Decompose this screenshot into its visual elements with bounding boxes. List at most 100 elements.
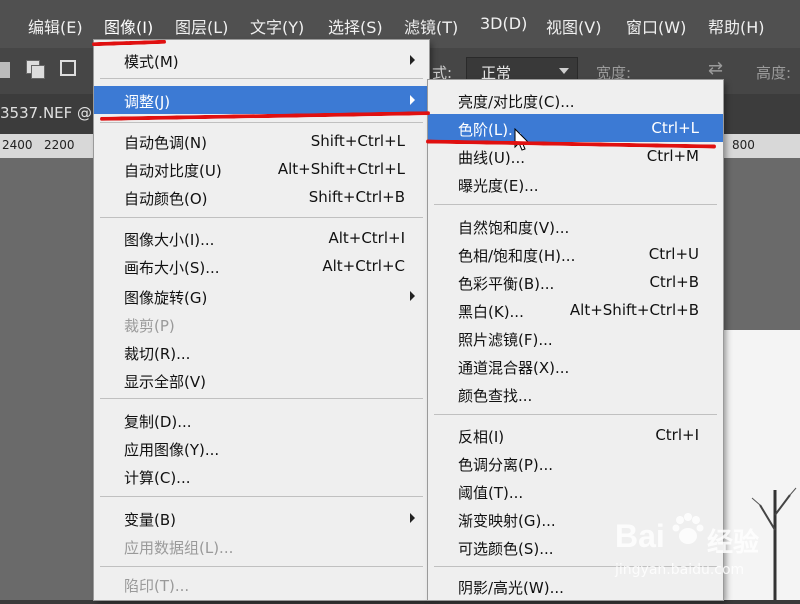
menu-3d[interactable]: 3D(D) bbox=[480, 14, 527, 33]
menu-item-label: 阈值(T)... bbox=[458, 484, 524, 502]
submenu-item-invert[interactable]: 反相(I) Ctrl+I bbox=[428, 421, 723, 449]
menu-item-trim[interactable]: 裁切(R)... bbox=[94, 338, 429, 366]
menu-item-label: 阴影/高光(W)... bbox=[458, 579, 564, 597]
menu-item-label: 照片滤镜(F)... bbox=[458, 331, 553, 349]
submenu-item-photo-filter[interactable]: 照片滤镜(F)... bbox=[428, 324, 723, 352]
menu-item-shortcut: Shift+Ctrl+B bbox=[308, 188, 405, 206]
menu-item-mode[interactable]: 模式(M) bbox=[94, 46, 429, 74]
menu-filter[interactable]: 滤镜(T) bbox=[404, 14, 458, 38]
submenu-item-exposure[interactable]: 曝光度(E)... bbox=[428, 170, 723, 198]
menu-item-label: 亮度/对比度(C)... bbox=[458, 93, 575, 111]
menu-item-trap[interactable]: 陷印(T)... bbox=[94, 570, 429, 598]
menu-item-duplicate[interactable]: 复制(D)... bbox=[94, 406, 429, 434]
menu-item-label: 色彩平衡(B)... bbox=[458, 275, 555, 293]
menu-item-label: 反相(I) bbox=[458, 428, 505, 446]
menu-item-apply-image[interactable]: 应用图像(Y)... bbox=[94, 434, 429, 462]
menu-item-shortcut: Alt+Shift+Ctrl+L bbox=[277, 160, 405, 178]
document-tab[interactable]: 3537.NEF @ bbox=[0, 104, 92, 122]
submenu-item-brightness-contrast[interactable]: 亮度/对比度(C)... bbox=[428, 86, 723, 114]
menu-item-label: 裁切(R)... bbox=[124, 345, 191, 363]
watermark-brand-cn: 经验 bbox=[707, 528, 760, 558]
submenu-item-threshold[interactable]: 阈值(T)... bbox=[428, 477, 723, 505]
ruler-tick-label: 2400 bbox=[2, 138, 33, 152]
menu-edit[interactable]: 编辑(E) bbox=[28, 14, 83, 38]
menu-item-label: 黑白(K)... bbox=[458, 303, 524, 321]
menu-item-apply-data-set[interactable]: 应用数据组(L)... bbox=[94, 532, 429, 560]
menu-item-label: 通道混合器(X)... bbox=[458, 359, 570, 377]
selection-subtract-icon[interactable] bbox=[60, 60, 76, 76]
mouse-cursor-icon bbox=[514, 128, 530, 151]
menu-item-shortcut: Alt+Shift+Ctrl+B bbox=[569, 301, 699, 319]
menu-window[interactable]: 窗口(W) bbox=[626, 14, 686, 38]
submenu-item-color-balance[interactable]: 色彩平衡(B)... Ctrl+B bbox=[428, 268, 723, 296]
submenu-item-vibrance[interactable]: 自然饱和度(V)... bbox=[428, 212, 723, 240]
menu-item-label: 画布大小(S)... bbox=[124, 259, 220, 277]
submenu-arrow-icon bbox=[410, 513, 415, 523]
menu-help[interactable]: 帮助(H) bbox=[708, 14, 765, 38]
menu-item-image-rotation[interactable]: 图像旋转(G) bbox=[94, 282, 429, 310]
menu-separator bbox=[100, 122, 423, 123]
image-menu: 模式(M) 调整(J) 自动色调(N) Shift+Ctrl+L 自动对比度(U)… bbox=[94, 40, 429, 600]
submenu-item-color-lookup[interactable]: 颜色查找... bbox=[428, 380, 723, 408]
menu-item-label: 色调分离(P)... bbox=[458, 456, 554, 474]
menu-item-auto-color[interactable]: 自动颜色(O) Shift+Ctrl+B bbox=[94, 183, 429, 211]
menu-item-label: 应用图像(Y)... bbox=[124, 441, 220, 459]
chevron-down-icon bbox=[559, 68, 569, 74]
menu-item-shortcut: Alt+Ctrl+I bbox=[328, 229, 405, 247]
menu-item-label: 自然饱和度(V)... bbox=[458, 219, 570, 237]
menu-item-adjust[interactable]: 调整(J) bbox=[94, 86, 429, 114]
swap-icon[interactable]: ⇄ bbox=[708, 58, 723, 79]
ruler-tick-label: 800 bbox=[732, 138, 755, 152]
menu-item-label: 陷印(T)... bbox=[124, 577, 190, 595]
menu-item-shortcut: Ctrl+U bbox=[648, 245, 699, 263]
menu-item-auto-contrast[interactable]: 自动对比度(U) Alt+Shift+Ctrl+L bbox=[94, 155, 429, 183]
menu-item-reveal-all[interactable]: 显示全部(V) bbox=[94, 366, 429, 394]
menu-item-calculations[interactable]: 计算(C)... bbox=[94, 462, 429, 490]
menu-item-label: 渐变映射(G)... bbox=[458, 512, 556, 530]
menu-item-shortcut: Shift+Ctrl+L bbox=[310, 132, 405, 150]
menu-select[interactable]: 选择(S) bbox=[328, 14, 383, 38]
submenu-item-levels[interactable]: 色阶(L)... Ctrl+L bbox=[428, 114, 723, 142]
menu-separator bbox=[100, 217, 423, 218]
menu-item-label: 调整(J) bbox=[124, 93, 171, 111]
menu-item-label: 显示全部(V) bbox=[124, 373, 206, 391]
menu-item-variables[interactable]: 变量(B) bbox=[94, 504, 429, 532]
menu-item-shortcut: Ctrl+L bbox=[651, 119, 699, 137]
menu-separator bbox=[100, 496, 423, 497]
submenu-item-hue-saturation[interactable]: 色相/饱和度(H)... Ctrl+U bbox=[428, 240, 723, 268]
menu-item-shortcut: Alt+Ctrl+C bbox=[322, 257, 405, 275]
menu-item-label: 自动色调(N) bbox=[124, 134, 207, 152]
menu-separator bbox=[100, 398, 423, 399]
submenu-item-channel-mixer[interactable]: 通道混合器(X)... bbox=[428, 352, 723, 380]
menu-separator bbox=[100, 78, 423, 79]
menu-item-label: 变量(B) bbox=[124, 511, 176, 529]
menu-item-canvas-size[interactable]: 画布大小(S)... Alt+Ctrl+C bbox=[94, 252, 429, 280]
submenu-arrow-icon bbox=[410, 55, 415, 65]
menu-item-crop[interactable]: 裁剪(P) bbox=[94, 310, 429, 338]
menu-item-shortcut: Ctrl+I bbox=[655, 426, 699, 444]
menu-item-label: 复制(D)... bbox=[124, 413, 192, 431]
menu-item-shortcut: Ctrl+M bbox=[646, 147, 699, 165]
menu-item-label: 计算(C)... bbox=[124, 469, 191, 487]
menu-item-label: 模式(M) bbox=[124, 53, 179, 71]
menu-view[interactable]: 视图(V) bbox=[546, 14, 601, 38]
document-image[interactable] bbox=[720, 330, 800, 600]
selection-add-icon[interactable] bbox=[26, 60, 45, 79]
tool-preset-icon[interactable] bbox=[0, 62, 10, 78]
menu-item-label: 色阶(L)... bbox=[458, 121, 523, 139]
menu-item-auto-tone[interactable]: 自动色调(N) Shift+Ctrl+L bbox=[94, 127, 429, 155]
menu-image[interactable]: 图像(I) bbox=[104, 14, 153, 38]
menu-item-image-size[interactable]: 图像大小(I)... Alt+Ctrl+I bbox=[94, 224, 429, 252]
menu-item-label: 图像大小(I)... bbox=[124, 231, 215, 249]
submenu-item-posterize[interactable]: 色调分离(P)... bbox=[428, 449, 723, 477]
watermark-brand: Bai bbox=[615, 518, 665, 554]
menu-item-label: 图像旋转(G) bbox=[124, 289, 208, 307]
menu-separator bbox=[434, 204, 717, 205]
menu-item-label: 应用数据组(L)... bbox=[124, 539, 234, 557]
menu-type[interactable]: 文字(Y) bbox=[250, 14, 304, 38]
menu-item-label: 曝光度(E)... bbox=[458, 177, 539, 195]
submenu-item-black-white[interactable]: 黑白(K)... Alt+Shift+Ctrl+B bbox=[428, 296, 723, 324]
menu-layer[interactable]: 图层(L) bbox=[175, 14, 228, 38]
menu-item-label: 色相/饱和度(H)... bbox=[458, 247, 576, 265]
paw-logo-icon bbox=[672, 513, 704, 544]
